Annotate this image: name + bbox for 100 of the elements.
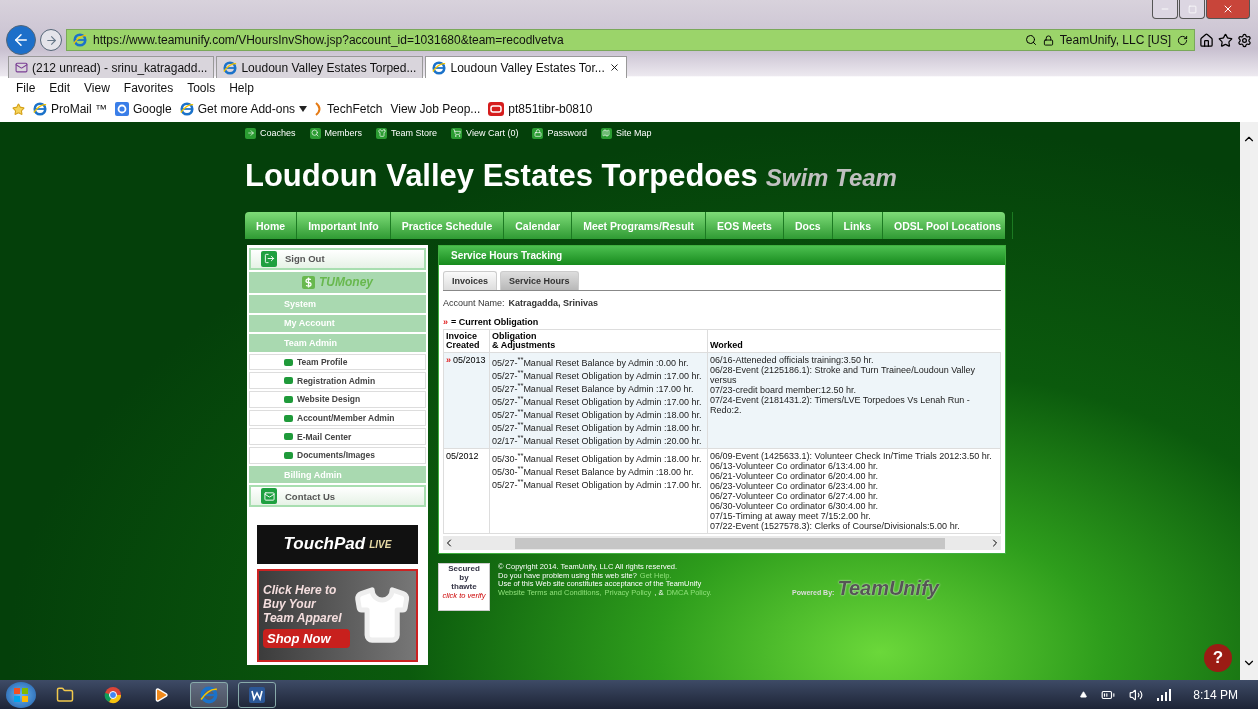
account-label: Account Name: (443, 298, 505, 308)
bullet-icon (284, 377, 293, 385)
browser-icon (223, 60, 238, 75)
table-cell: 06/09-Event (1425633.1): Volunteer Check In/Time Trials 2012:3.50 hr. 06/13-Volunteer Co ordinator 6/13:4.00 hr. 06/21-Volunteer Co ordinator 6/20:4.00 hr. 06/23-Volunteer Co ordinator 6/23:4.00 hr. 06/27-Volunteer Co ordinator 6/27:4.00 hr. 06/30-Volunteer Co ordinator 6/30:4.00 hr. 07/15-Timing at away meet 7/15:2.00 hr. 07/22-Event (1527578.3): Clerks of Course/Divisionals:5.00 hr. (707, 448, 1001, 534)
windows-logo-icon (13, 686, 29, 703)
sidebar-item[interactable]: Account/Member Admin (249, 409, 426, 427)
document-taskbar-button[interactable] (238, 681, 276, 708)
browser-icon (33, 102, 47, 116)
favorites-link[interactable]: ProMail ™ (33, 102, 107, 116)
sidebar-item[interactable]: Registration Admin (249, 372, 426, 390)
site-title: Loudoun Valley Estates Torpedoes (245, 158, 758, 194)
signal-icon[interactable] (1157, 688, 1172, 701)
horizontal-scrollbar[interactable] (443, 536, 1001, 550)
map-icon (600, 127, 612, 139)
forward-button[interactable] (40, 29, 62, 51)
top-link[interactable]: Site Map (600, 127, 652, 139)
panel-title: Service Hours Tracking (439, 246, 1005, 265)
panel-tab[interactable]: Service Hours (500, 271, 579, 290)
app-icon (488, 102, 505, 116)
menu-item[interactable]: Tools (187, 81, 216, 95)
mail-icon (15, 61, 28, 74)
sidebar-item[interactable]: Website Design (249, 391, 426, 408)
favorites-star-icon[interactable] (12, 102, 25, 116)
table-cell: » 05/2013 (443, 352, 490, 449)
browser-icon (432, 60, 447, 75)
tray-arrow-icon[interactable] (1080, 691, 1088, 698)
table-cell: 05/27-$^{**}$Manual Reset Balance by Admin :0.00 hr. 05/27-$^{**}$Manual Reset Obligation by Admin :17.00 hr. 05/27-$^{**}$Manual Reset Balance by Admin :17.00 hr. 05/27-$^{**}$Manual Reset Obligation by Admin :17.00 hr. 05/27-$^{**}$Manual Reset Obligation by Admin :18.00 hr. 05/27-$^{**}$Manual Reset Obligation by Admin :18.00 hr. 02/17-$^{**}$Manual Reset Obligation by Admin :20.00 hr. (489, 352, 708, 449)
bullet-icon (284, 414, 293, 422)
exit-icon (261, 250, 277, 267)
account-name: Katragadda, Srinivas (508, 298, 599, 308)
browser-icon (200, 685, 218, 704)
favorites-link[interactable]: Google (115, 102, 172, 116)
vertical-scrollbar[interactable] (1240, 122, 1258, 680)
close-icon[interactable] (608, 62, 620, 73)
lock-icon (532, 127, 544, 139)
top-link[interactable]: Members (309, 127, 363, 139)
shirt-icon (376, 127, 388, 139)
browser-icon (73, 33, 87, 47)
lock-icon (1042, 34, 1054, 46)
clock: 8:14 PM (1193, 687, 1238, 702)
caret-icon (299, 106, 308, 112)
browser-tab[interactable]: (212 unread) - srinu_katragadd... (8, 56, 215, 78)
panel-tab[interactable]: Invoices (443, 271, 498, 290)
favorites-link[interactable]: TechFetch (315, 102, 383, 116)
current-mark: » (443, 317, 448, 327)
bullet-icon (284, 451, 293, 459)
favorites-link[interactable]: Get more Add-ons (179, 102, 308, 116)
home-icon[interactable] (1199, 32, 1214, 48)
menu-item[interactable]: File (16, 81, 36, 95)
sidebar-link[interactable]: Sign Out (249, 248, 426, 270)
favorites-link[interactable]: pt851tibr-b0810 (488, 102, 593, 116)
minimize-button[interactable] (1152, 0, 1178, 19)
favorites-link[interactable]: View Job Peop... (390, 102, 481, 116)
touchpad-banner[interactable]: TouchPad LIVE (257, 524, 418, 564)
top-link[interactable]: View Cart (0) (451, 127, 519, 139)
address-bar[interactable]: https://www.teamunify.com/VHoursInvShow.jsp?account_id=1031680&team=recodlvetva TeamUnify, LLC [US] (66, 29, 1195, 51)
top-link[interactable]: Team Store (376, 127, 438, 139)
site-subtitle: Swim Team (765, 164, 897, 192)
top-link[interactable]: Password (532, 127, 587, 139)
close-icon (1222, 3, 1234, 15)
favorites-icon[interactable] (1218, 32, 1233, 48)
table-cell: 05/2012 (443, 448, 490, 534)
browser-tab[interactable]: Loudoun Valley Estates Tor... (425, 56, 627, 78)
sidebar-item[interactable]: Team Profile (249, 353, 426, 371)
cart-icon (451, 127, 463, 139)
bullet-icon (284, 395, 293, 403)
apparel-banner[interactable]: Click Here to Buy Your Team Apparel Shop Now (257, 568, 418, 662)
table-cell: 06/16-Atteneded officials training:3.50 hr. 06/28-Event (2125186.1): Stroke and Turn Trainee/Loudoun Valley versus 07/23-credit board member:12.50 hr. 07/24-Event (2181431.2): Timers/LVE Torpedoes Vs Lenah Run - Redo:2. (707, 352, 1001, 449)
back-button[interactable] (6, 25, 36, 55)
volume-icon[interactable] (1129, 687, 1144, 702)
mail-icon (261, 488, 277, 505)
menu-item[interactable]: View (84, 81, 110, 95)
browser-icon (104, 685, 122, 704)
arrow-right-icon (44, 33, 58, 47)
google-icon (115, 102, 129, 116)
bullet-icon (284, 358, 293, 366)
maximize-icon (1187, 4, 1197, 14)
help-button[interactable]: ? (1204, 644, 1232, 672)
sidebar-link[interactable]: Contact Us (249, 485, 426, 507)
menu-item[interactable]: Help (229, 81, 254, 95)
browser-tab[interactable]: Loudoun Valley Estates Torped... (216, 56, 424, 78)
bullet-icon (284, 433, 293, 441)
table-cell: 05/30-$^{**}$Manual Reset Obligation by Admin :18.00 hr. 05/30-$^{**}$Manual Reset Balance by Admin :18.00 hr. 05/27-$^{**}$Manual Reset Obligation by Admin :17.00 hr. (489, 448, 708, 534)
maximize-button[interactable] (1179, 0, 1205, 19)
play-icon (153, 686, 169, 703)
start-button[interactable] (6, 681, 36, 708)
menu-item[interactable]: Favorites (123, 81, 174, 95)
close-button[interactable] (1206, 0, 1250, 19)
menu-item[interactable]: Edit (49, 81, 71, 95)
legend-text: = Current Obligation (451, 317, 539, 327)
sidebar-item[interactable]: Documents/Images (249, 447, 426, 464)
browser-icon (179, 102, 194, 116)
search-icon (309, 127, 321, 139)
sidebar-item[interactable]: E-Mail Center (249, 428, 426, 446)
settings-icon[interactable] (1237, 32, 1252, 48)
search-icon[interactable] (1024, 34, 1037, 46)
refresh-icon[interactable] (1177, 34, 1188, 46)
dollar-icon (302, 275, 315, 289)
document-icon (249, 686, 265, 703)
top-link[interactable]: Coaches (245, 127, 296, 139)
